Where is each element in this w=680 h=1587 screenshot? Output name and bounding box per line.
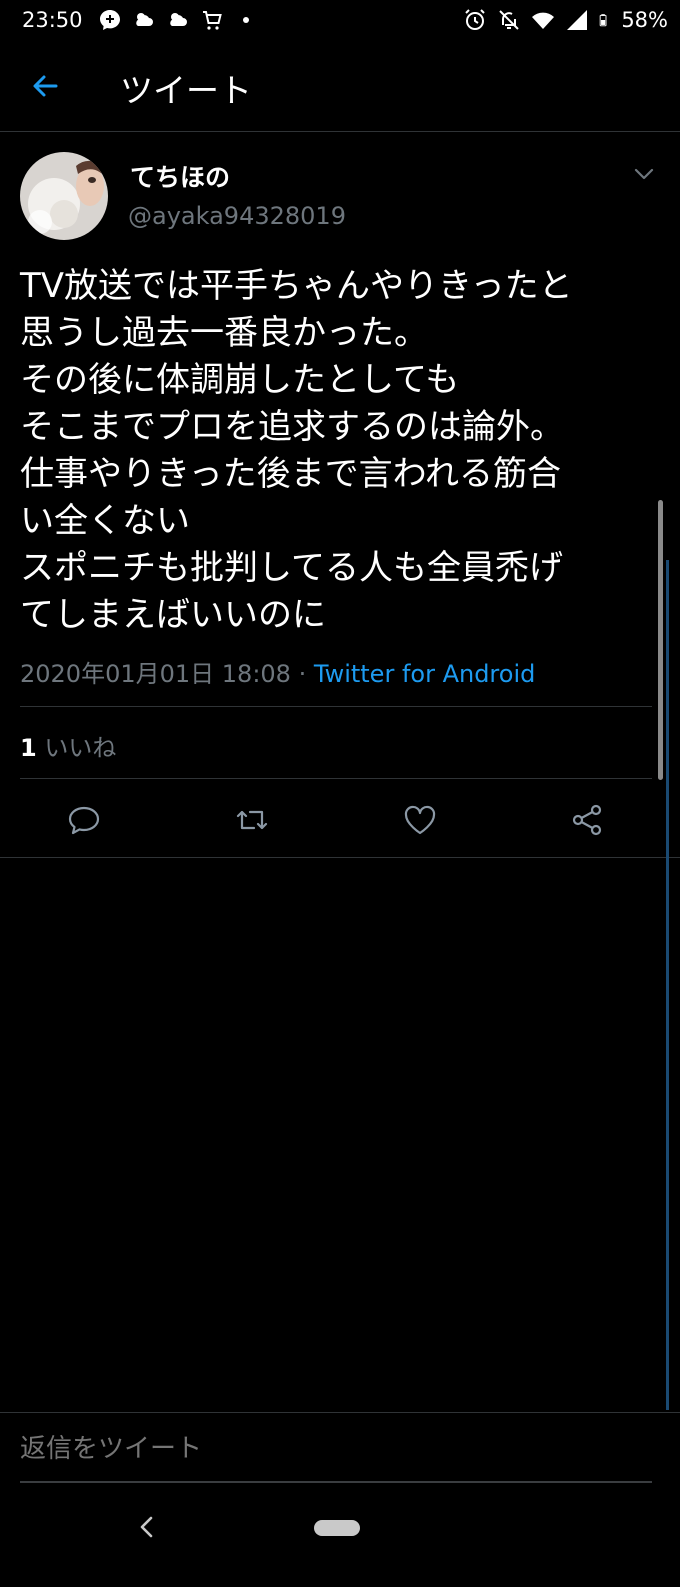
reply-bar (0, 1412, 680, 1490)
reply-icon[interactable] (64, 800, 104, 840)
nav-home-pill[interactable] (314, 1520, 360, 1536)
status-time: 23:50 (22, 8, 83, 32)
edge-indicator (666, 560, 669, 1410)
alarm-icon (465, 9, 486, 30)
divider (20, 706, 652, 707)
status-left-icons (98, 8, 258, 32)
nav-back-icon[interactable] (132, 1512, 162, 1542)
user-handle[interactable]: @ayaka94328019 (128, 202, 346, 230)
likes-label: いいね (44, 734, 117, 762)
dot-icon (243, 17, 249, 23)
avatar[interactable] (20, 152, 108, 240)
messenger-icon (100, 10, 120, 30)
divider (20, 778, 652, 779)
meta-separator: · (298, 660, 307, 688)
likes-count: 1 (20, 734, 37, 762)
divider (0, 857, 680, 858)
share-icon[interactable] (568, 800, 608, 840)
app-header: ツイート (0, 42, 680, 132)
page-title: ツイート (120, 71, 252, 110)
action-bar (0, 796, 680, 848)
cart-icon (203, 11, 222, 30)
retweet-icon[interactable] (232, 800, 272, 840)
chevron-down-icon[interactable] (630, 160, 658, 188)
battery-icon (600, 14, 607, 27)
reply-input[interactable] (20, 1433, 640, 1464)
arrow-left-icon[interactable] (26, 66, 66, 106)
weather-icon (136, 13, 153, 26)
tweet-text: TV放送では平手ちゃんやりきったと 思うし過去一番良かった。 その後に体調崩した… (20, 266, 573, 635)
display-name[interactable]: てちほの (130, 158, 230, 194)
tweet-meta: 2020年01月01日 18:08 · Twitter for Android (20, 654, 535, 689)
status-right-icons: 58% (463, 8, 668, 32)
signal-icon (567, 10, 588, 30)
weather-icon (170, 13, 187, 26)
battery-percentage: 58% (621, 8, 668, 32)
tweet-date: 2020年01月01日 18:08 (20, 660, 291, 688)
wifi-icon (532, 12, 555, 29)
tweet-source-link[interactable]: Twitter for Android (314, 660, 535, 688)
like-icon[interactable] (400, 800, 440, 840)
reply-underline (20, 1481, 652, 1483)
likes-row[interactable]: 1 いいね (20, 728, 116, 763)
status-bar: 23:50 58% (0, 0, 680, 42)
bell-off-icon (499, 10, 520, 30)
scrollbar[interactable] (658, 500, 663, 780)
